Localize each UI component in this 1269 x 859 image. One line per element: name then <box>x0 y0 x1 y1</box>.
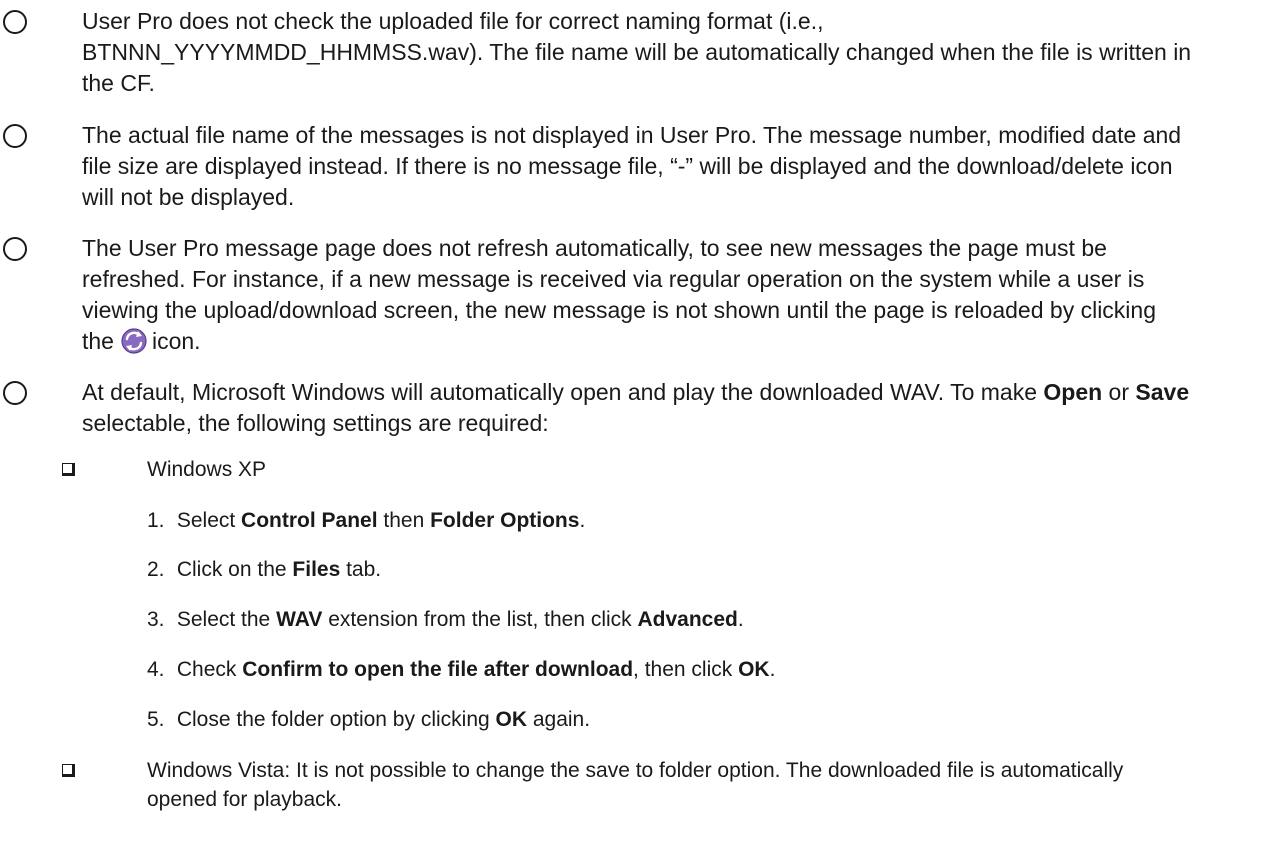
windows-vista-note: Windows Vista: It is not possible to cha… <box>62 756 1187 814</box>
xp-step-2: 2. Click on the Files tab. <box>147 558 382 581</box>
xp-step-1: 1. Select Control Panel then Folder Opti… <box>147 509 586 532</box>
note-windows-settings: At default, Microsoft Windows will autom… <box>3 377 1192 439</box>
note-page-refresh: The User Pro message page does not refre… <box>3 233 1192 357</box>
square-bullet-icon <box>62 463 75 476</box>
circle-bullet-icon <box>3 381 27 405</box>
xp-step-5: 5. Close the folder option by clicking O… <box>147 708 591 731</box>
circle-bullet-icon <box>3 10 27 34</box>
circle-bullet-icon <box>3 237 27 261</box>
note-file-naming: User Pro does not check the uploaded fil… <box>3 6 1192 99</box>
document-page: User Pro does not check the uploaded fil… <box>0 0 1269 859</box>
xp-step-4: 4. Check Confirm to open the file after … <box>147 658 776 681</box>
note-file-name-display: The actual file name of the messages is … <box>3 120 1192 213</box>
square-bullet-icon <box>62 764 75 777</box>
windows-xp-heading: Windows XP <box>62 455 1187 484</box>
reload-icon[interactable] <box>120 327 148 355</box>
circle-bullet-icon <box>3 124 27 148</box>
xp-step-3: 3. Select the WAV extension from the lis… <box>147 608 744 631</box>
